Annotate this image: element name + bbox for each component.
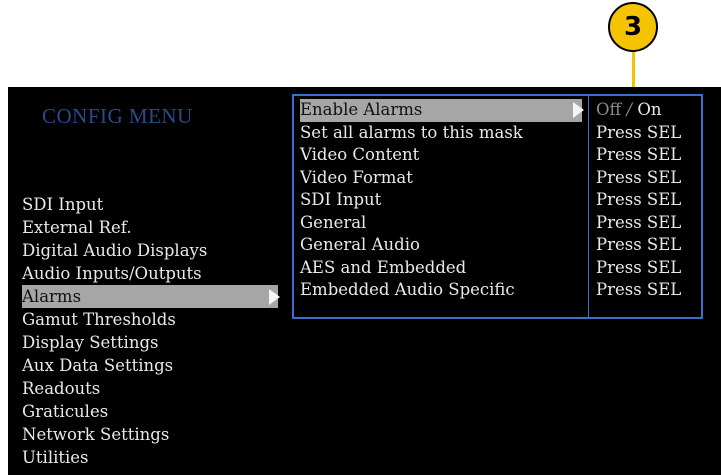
row-action[interactable]: Press SEL [596, 167, 681, 190]
row-label: Video Format [300, 167, 413, 187]
row-label: SDI Input [300, 190, 382, 209]
row-label: Embedded Audio Specific [300, 280, 515, 299]
config-screen: CONFIG MENU SDI Input External Ref. Digi… [8, 87, 721, 475]
submenu-row-sdi-input[interactable]: SDI Input Press SEL [300, 189, 700, 212]
menu-item-label: Aux Data Settings [22, 356, 174, 375]
row-action[interactable]: Press SEL [596, 234, 681, 257]
menu-item-label: Utilities [22, 448, 89, 467]
menu-item-sdi-input[interactable]: SDI Input [22, 193, 278, 216]
toggle-on-label: On [637, 100, 662, 119]
menu-item-label: Digital Audio Displays [22, 241, 208, 260]
row-label: AES and Embedded [300, 257, 467, 277]
menu-item-readouts[interactable]: Readouts [22, 377, 278, 400]
submenu-arrow-icon [269, 289, 280, 305]
row-label: General Audio [300, 235, 420, 254]
row-action[interactable]: Press SEL [596, 144, 681, 167]
menu-item-digital-audio-displays[interactable]: Digital Audio Displays [22, 239, 278, 262]
submenu-row-general-audio[interactable]: General Audio Press SEL [300, 234, 700, 257]
row-action[interactable]: Press SEL [596, 279, 681, 302]
row-action[interactable]: Press SEL [596, 257, 681, 280]
submenu-row-aes-and-embedded[interactable]: AES and Embedded Press SEL [300, 257, 700, 280]
submenu-arrow-icon [573, 102, 584, 118]
menu-item-alarms[interactable]: Alarms [22, 285, 280, 308]
submenu-row-enable-alarms[interactable]: Enable Alarms Off / On [300, 99, 700, 122]
menu-item-label: Gamut Thresholds [22, 310, 176, 329]
submenu-row-general[interactable]: General Press SEL [300, 212, 700, 235]
menu-item-label: Display Settings [22, 333, 159, 352]
menu-item-graticules[interactable]: Graticules [22, 400, 278, 423]
step-callout-badge: 3 [608, 2, 658, 52]
submenu-row-video-format[interactable]: Video Format Press SEL [300, 167, 700, 190]
menu-item-label: Audio Inputs/Outputs [22, 264, 202, 283]
row-label: Video Content [300, 145, 420, 164]
alarms-submenu-panel: Enable Alarms Off / On Set all alarms to… [292, 94, 703, 319]
row-label-wrap: Enable Alarms [300, 99, 584, 122]
row-label: General [300, 212, 367, 232]
menu-title: CONFIG MENU [42, 104, 193, 128]
row-action[interactable]: Press SEL [596, 122, 681, 145]
menu-item-display-settings[interactable]: Display Settings [22, 331, 278, 354]
menu-item-label: Network Settings [22, 425, 170, 444]
config-menu-list: SDI Input External Ref. Digital Audio Di… [22, 193, 280, 469]
menu-item-aux-data-settings[interactable]: Aux Data Settings [22, 354, 278, 377]
enable-alarms-toggle[interactable]: Off / On [596, 99, 661, 122]
row-action[interactable]: Press SEL [596, 212, 681, 235]
menu-item-label: Readouts [22, 379, 101, 398]
menu-item-network-settings[interactable]: Network Settings [22, 423, 278, 446]
submenu-row-set-all-alarms[interactable]: Set all alarms to this mask Press SEL [300, 122, 700, 145]
menu-item-audio-inputs-outputs[interactable]: Audio Inputs/Outputs [22, 262, 278, 285]
row-action[interactable]: Press SEL [596, 189, 681, 212]
menu-item-label: Alarms [22, 287, 82, 306]
row-label: Enable Alarms [300, 100, 423, 119]
toggle-off-label: Off [596, 100, 622, 119]
submenu-row-video-content[interactable]: Video Content Press SEL [300, 144, 700, 167]
menu-item-label: Graticules [22, 402, 109, 421]
menu-item-label: SDI Input [22, 195, 104, 214]
menu-item-gamut-thresholds[interactable]: Gamut Thresholds [22, 308, 278, 331]
menu-item-utilities[interactable]: Utilities [22, 446, 278, 469]
menu-item-label: External Ref. [22, 218, 132, 237]
menu-item-external-ref[interactable]: External Ref. [22, 216, 278, 239]
row-label: Set all alarms to this mask [300, 122, 523, 142]
toggle-separator: / [626, 100, 633, 119]
submenu-row-embedded-audio-specific[interactable]: Embedded Audio Specific Press SEL [300, 279, 700, 302]
